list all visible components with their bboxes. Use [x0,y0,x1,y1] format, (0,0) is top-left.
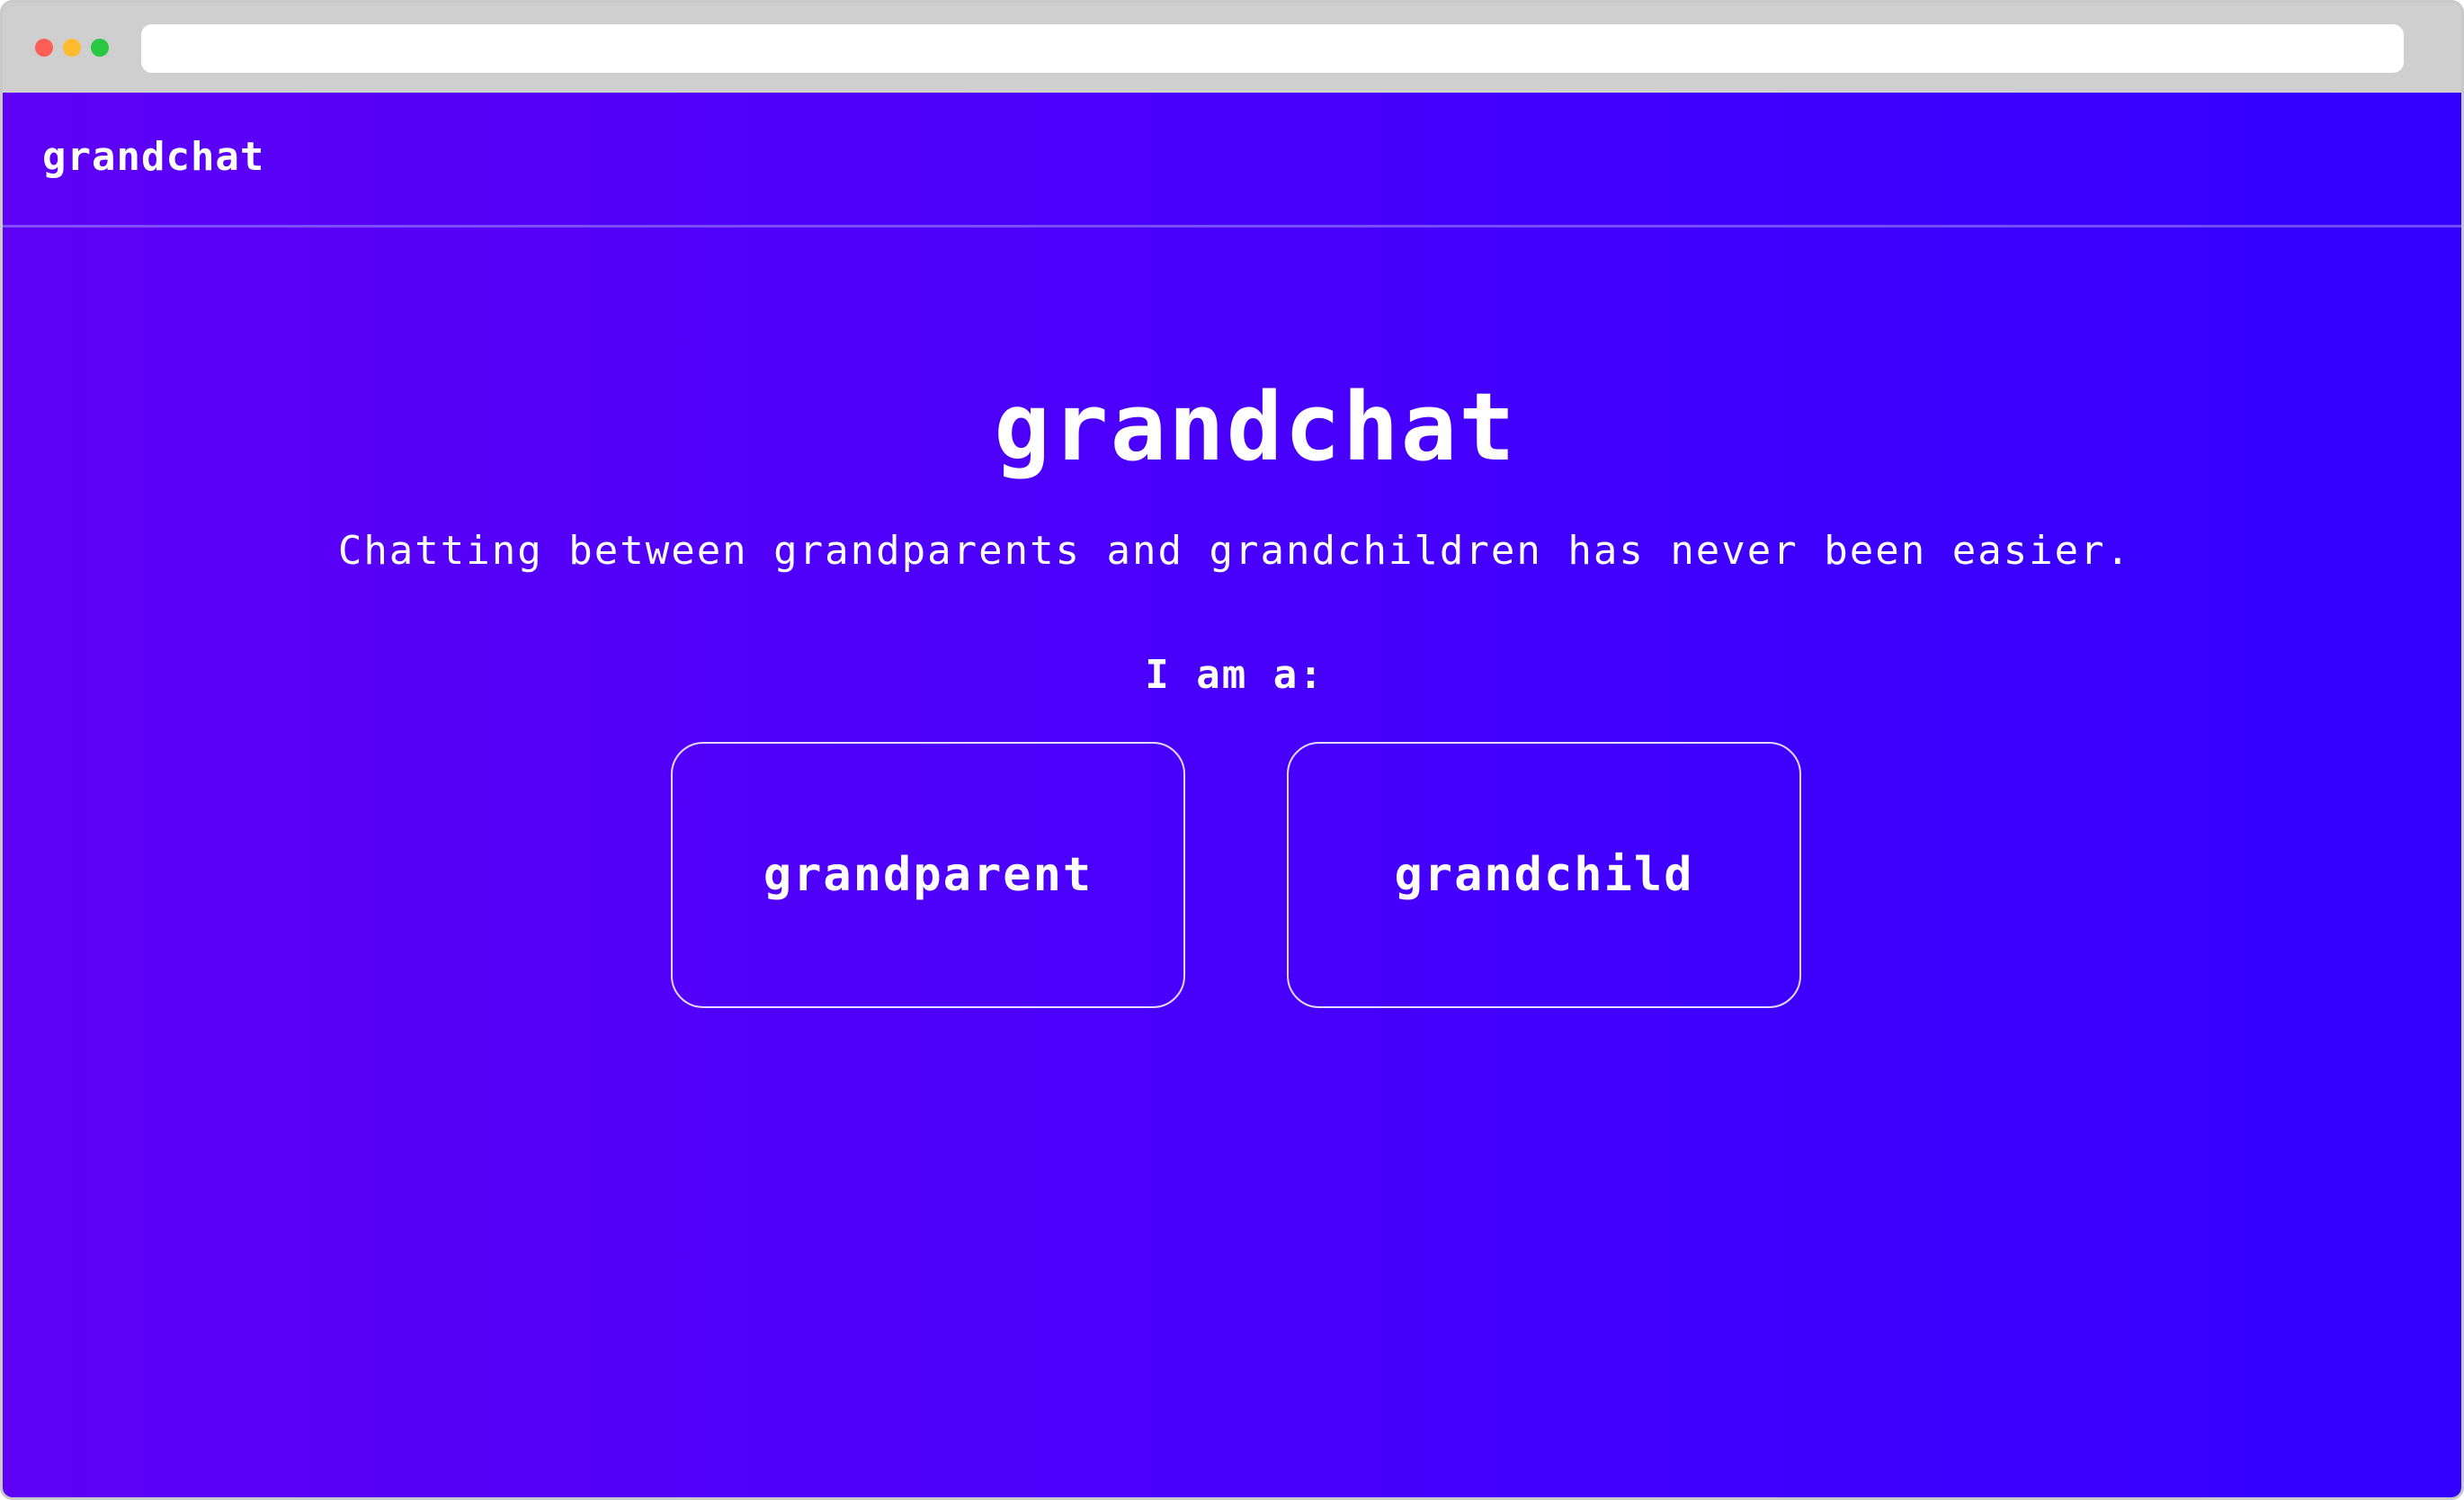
page-subtitle: Chatting between grandparents and grandc… [337,528,2132,574]
grandparent-button-label: grandparent [763,848,1094,902]
browser-toolbar [3,3,2461,93]
maximize-window-button[interactable] [91,39,109,57]
grandchild-button[interactable]: grandchild [1287,742,1801,1008]
close-window-button[interactable] [35,39,53,57]
minimize-window-button[interactable] [63,39,81,57]
role-prompt: I am a: [1145,652,1325,698]
address-bar[interactable] [141,24,2404,73]
browser-window: grandchat grandchat Chatting between gra… [0,0,2464,1500]
page-title: grandchat [994,372,1517,482]
navbar: grandchat [3,93,2461,228]
grandparent-button[interactable]: grandparent [671,742,1185,1008]
nav-brand-link[interactable]: grandchat [42,134,264,180]
grandchild-button-label: grandchild [1394,848,1694,902]
page-content: grandchat grandchat Chatting between gra… [3,93,2461,1497]
